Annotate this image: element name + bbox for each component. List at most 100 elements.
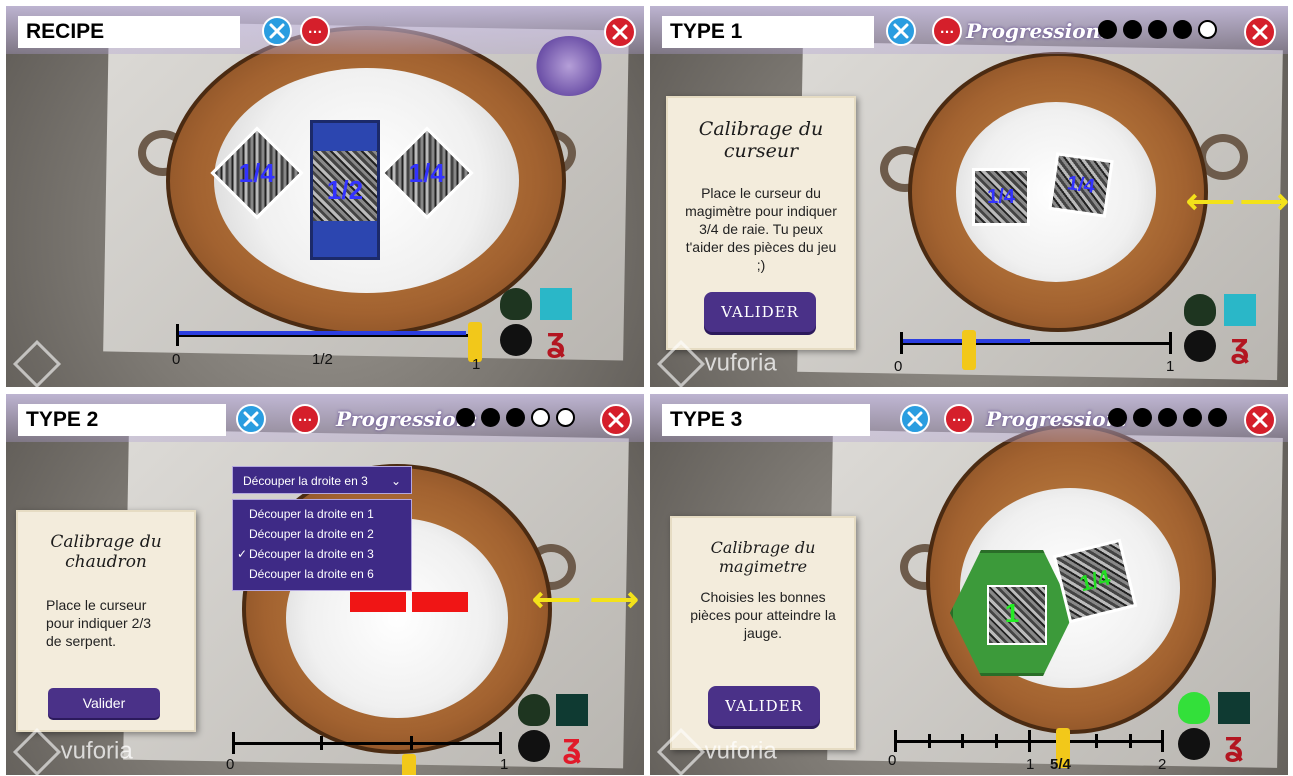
scale-label: 1/2 [312,351,333,368]
vuforia-watermark: vuforia [656,339,777,387]
magimeter-scale [232,732,502,772]
progress-dot-filled [1158,408,1177,427]
magimeter-cursor[interactable] [962,330,976,370]
spider-icon [500,324,532,356]
frog-icon [1178,692,1210,724]
snake-icon: ʓ [1231,327,1249,365]
tools-button[interactable] [900,404,930,434]
tools-button[interactable] [886,16,916,46]
validate-button[interactable]: VALIDER [704,292,816,332]
card-title: Calibrage du chaudron [50,532,162,572]
scale-label: 1 [472,356,481,373]
dropdown-option-selected[interactable]: ✓ Découper la droite en 3 [233,544,411,564]
progression-dots [1098,20,1223,42]
instruction-card: Calibrage du chaudron Place le curseur p… [16,510,196,732]
more-button[interactable]: … [290,404,320,434]
progress-dot-filled [456,408,475,427]
panel-title: RECIPE [18,16,240,48]
vuforia-logo-icon [656,727,706,775]
instruction-card: Calibrage du curseur Place le curseur du… [666,96,856,350]
snake-icon: ʓ [563,727,581,765]
frog-icon [500,288,532,320]
frog-icon [1184,294,1216,326]
scale-label: 1 [1166,358,1175,375]
magimeter-cursor[interactable] [402,754,416,775]
panel-title: TYPE 1 [662,16,874,48]
more-button[interactable]: … [944,404,974,434]
vuforia-watermark: vuforia [656,727,777,775]
more-button[interactable]: … [932,16,962,46]
close-button[interactable] [604,16,636,48]
close-button[interactable] [1244,404,1276,436]
close-button[interactable] [600,404,632,436]
cloth-icon [1224,294,1256,326]
snake-icon: ʓ [547,321,565,359]
panel-title: TYPE 3 [662,404,870,436]
spider-icon [1178,728,1210,760]
dropdown-option[interactable]: Découper la droite en 6 [233,564,411,584]
card-title: Calibrage du magimetre [710,538,816,576]
left-arrow-icon[interactable]: ⟵ [532,580,581,620]
scale-label: 1 [1026,756,1035,773]
more-button[interactable]: … [300,16,330,46]
split-line-dropdown[interactable]: Découper la droite en 3 ⌄ [232,466,412,494]
snake-icon: ʓ [1225,725,1243,763]
split-line-dropdown-list: Découper la droite en 1 Découper la droi… [232,499,412,591]
progress-dot-filled [1208,408,1227,427]
card-text: Place le curseur du magimètre pour indiq… [685,185,837,273]
vuforia-logo-icon [656,339,706,387]
close-icon [1252,412,1268,428]
magimeter-scale [900,332,1172,372]
cloth-icon [540,288,572,320]
scale-label: 0 [888,752,897,769]
cloth-icon [1218,692,1250,724]
progress-dot-filled [1123,20,1142,39]
card-text: Choisies les bonnes pièces pour atteindr… [690,589,836,641]
panel-type3: 1 1/4 Calibrage du magimetre Choisies le… [650,394,1288,775]
dropdown-option[interactable]: Découper la droite en 2 [233,524,411,544]
fraction-piece[interactable]: 1/4 [972,168,1030,226]
fraction-piece[interactable]: 1/4 [1048,152,1114,218]
progression-label: Progression: [966,19,1108,43]
fraction-piece[interactable]: 1/2 [310,120,380,260]
validate-button[interactable]: Valider [48,688,160,718]
spider-icon [1184,330,1216,362]
close-icon [1252,24,1268,40]
serpent-segment [350,592,406,612]
dropdown-option[interactable]: Découper la droite en 1 [233,504,411,524]
close-button[interactable] [1244,16,1276,48]
progress-dot-filled [1183,408,1202,427]
progress-dot-empty [531,408,550,427]
vuforia-watermark [12,339,62,387]
scale-label: 0 [172,351,181,368]
progress-dot-filled [1148,20,1167,39]
vuforia-logo-icon [12,727,62,775]
progression-dots [1108,408,1233,430]
scale-label: 2 [1158,756,1167,773]
left-arrow-icon[interactable]: ⟵ [1186,182,1235,222]
panel-title: TYPE 2 [18,404,226,436]
progress-dot-filled [1108,408,1127,427]
tools-button[interactable] [236,404,266,434]
wrench-screwdriver-icon [269,23,285,39]
card-text: Place le curseur pour indiquer 2/3 de se… [46,597,152,649]
progress-dot-filled [1173,20,1192,39]
progress-dot-empty [1198,20,1217,39]
scale-label: 0 [894,358,903,375]
progress-dot-empty [556,408,575,427]
progression-label: Progression: [986,407,1128,431]
card-title: Calibrage du curseur [698,118,824,162]
scale-label: 5/4 [1050,756,1071,773]
right-arrow-icon[interactable]: ⟶ [1240,182,1288,222]
progression-dots [456,408,581,430]
tools-button[interactable] [262,16,292,46]
wrench-screwdriver-icon [893,23,909,39]
right-arrow-icon[interactable]: ⟶ [590,580,639,620]
vuforia-logo-icon [12,339,62,387]
vuforia-watermark: vuforia [12,727,133,775]
check-icon: ✓ [237,547,248,561]
validate-button[interactable]: VALIDER [708,686,820,726]
progress-dot-filled [1098,20,1117,39]
progress-dot-filled [1133,408,1152,427]
serpent-segment [412,592,468,612]
